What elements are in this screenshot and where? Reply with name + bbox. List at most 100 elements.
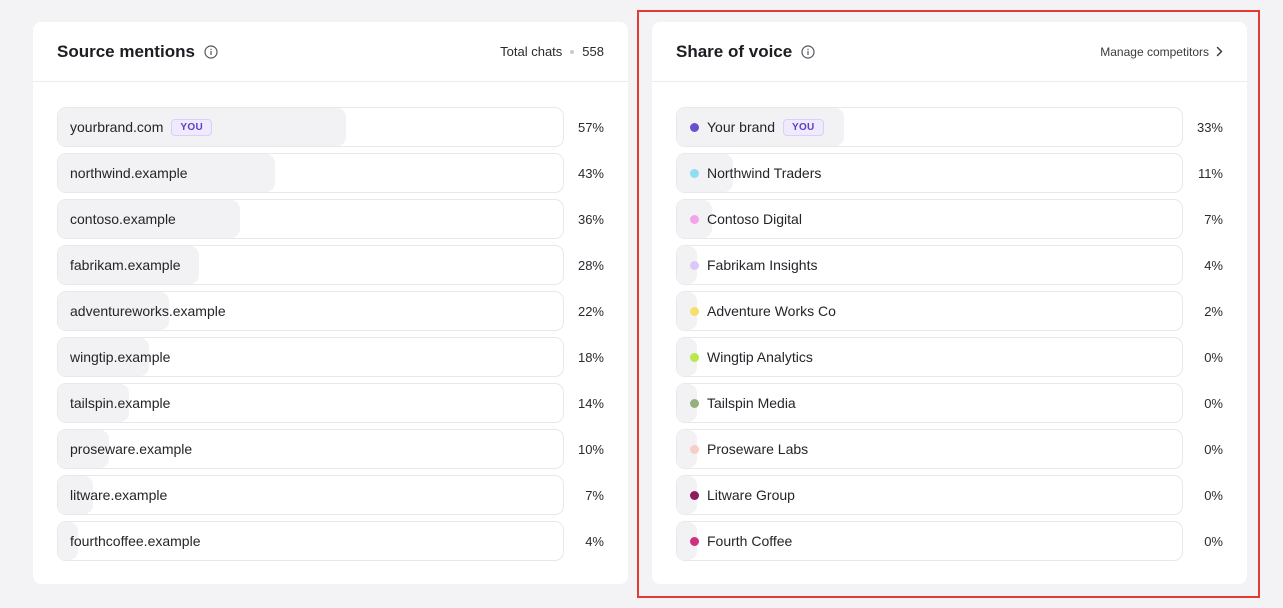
item-label: Fourth Coffee	[707, 533, 793, 549]
item-percentage: 7%	[1204, 211, 1223, 227]
total-chats-value: 558	[582, 44, 604, 59]
item-percentage: 11%	[1197, 165, 1223, 181]
list-item[interactable]: fourthcoffee.example 4%	[57, 521, 604, 561]
share-of-voice-title: Share of voice	[676, 41, 793, 61]
list-item[interactable]: contoso.example 36%	[57, 199, 604, 239]
bar-track: Northwind Traders	[676, 153, 1183, 193]
bar-track: Litware Group	[676, 475, 1183, 515]
bar-track: Proseware Labs	[676, 429, 1183, 469]
share-of-voice-panel: Share of voice Manage competitors Your b…	[652, 22, 1247, 584]
legend-dot-icon	[690, 122, 699, 132]
item-label: Adventure Works Co	[707, 303, 836, 319]
bar-track: tailspin.example	[57, 383, 564, 423]
bar-track: Wingtip Analytics	[676, 337, 1183, 377]
bar-track: wingtip.example	[57, 337, 564, 377]
manage-competitors-link[interactable]: Manage competitors	[1100, 45, 1223, 59]
list-item[interactable]: Fabrikam Insights 4%	[676, 245, 1223, 285]
bar-track: Contoso Digital	[676, 199, 1183, 239]
legend-dot-icon	[690, 260, 699, 270]
source-mentions-panel: Source mentions Total chats 558 yourbran…	[33, 22, 628, 584]
bar-track: Your brand YOU	[676, 107, 1183, 147]
item-percentage: 7%	[585, 487, 604, 503]
list-item[interactable]: Northwind Traders 11%	[676, 153, 1223, 193]
list-item[interactable]: Litware Group 0%	[676, 475, 1223, 515]
bar-track: northwind.example	[57, 153, 564, 193]
legend-dot-icon	[690, 352, 699, 362]
list-item[interactable]: Tailspin Media 0%	[676, 383, 1223, 423]
item-percentage: 22%	[577, 303, 604, 319]
item-percentage: 0%	[1204, 487, 1223, 503]
legend-dot-icon	[690, 398, 699, 408]
list-item[interactable]: Adventure Works Co 2%	[676, 291, 1223, 331]
item-label: fourthcoffee.example	[70, 533, 201, 549]
you-badge: YOU	[782, 118, 824, 136]
bar-track: adventureworks.example	[57, 291, 564, 331]
bar-track: fabrikam.example	[57, 245, 564, 285]
item-label: northwind.example	[70, 165, 188, 181]
list-item[interactable]: Your brand YOU 33%	[676, 107, 1223, 147]
list-item[interactable]: Wingtip Analytics 0%	[676, 337, 1223, 377]
item-label: yourbrand.com	[70, 119, 164, 135]
list-item[interactable]: fabrikam.example 28%	[57, 245, 604, 285]
item-percentage: 57%	[577, 119, 604, 135]
legend-dot-icon	[690, 214, 699, 224]
total-chats: Total chats 558	[500, 44, 604, 59]
legend-dot-icon	[690, 306, 699, 316]
bar-track: litware.example	[57, 475, 564, 515]
bar-track: Tailspin Media	[676, 383, 1183, 423]
item-percentage: 2%	[1204, 303, 1223, 319]
item-percentage: 14%	[577, 395, 604, 411]
legend-dot-icon	[690, 536, 699, 546]
list-item[interactable]: Fourth Coffee 0%	[676, 521, 1223, 561]
item-percentage: 36%	[577, 211, 604, 227]
list-item[interactable]: Contoso Digital 7%	[676, 199, 1223, 239]
item-label: wingtip.example	[70, 349, 171, 365]
info-icon[interactable]	[204, 44, 218, 59]
item-label: contoso.example	[70, 211, 176, 227]
manage-competitors-label: Manage competitors	[1100, 44, 1209, 59]
list-item[interactable]: Proseware Labs 0%	[676, 429, 1223, 469]
item-label: Northwind Traders	[707, 165, 822, 181]
list-item[interactable]: yourbrand.com YOU 57%	[57, 107, 604, 147]
bar-track: yourbrand.com YOU	[57, 107, 564, 147]
item-label: tailspin.example	[70, 395, 171, 411]
item-percentage: 4%	[1204, 257, 1223, 273]
item-percentage: 28%	[577, 257, 604, 273]
item-percentage: 10%	[577, 441, 604, 457]
source-mentions-list: yourbrand.com YOU 57% northwind.example 43% c…	[33, 82, 628, 561]
item-label: Tailspin Media	[707, 395, 796, 411]
you-badge: YOU	[171, 118, 212, 136]
source-mentions-title: Source mentions	[57, 41, 195, 61]
bar-track: proseware.example	[57, 429, 564, 469]
item-label: Proseware Labs	[707, 441, 809, 457]
list-item[interactable]: tailspin.example 14%	[57, 383, 604, 423]
list-item[interactable]: wingtip.example 18%	[57, 337, 604, 377]
bar-track: contoso.example	[57, 199, 564, 239]
share-of-voice-list: Your brand YOU 33% Northwind Traders 11% Cont…	[652, 82, 1247, 561]
item-label: adventureworks.example	[70, 303, 226, 319]
item-percentage: 43%	[577, 165, 604, 181]
item-percentage: 4%	[585, 533, 604, 549]
list-item[interactable]: adventureworks.example 22%	[57, 291, 604, 331]
item-label: Contoso Digital	[707, 211, 802, 227]
list-item[interactable]: proseware.example 10%	[57, 429, 604, 469]
chevron-right-icon	[1216, 46, 1223, 57]
info-icon[interactable]	[801, 44, 815, 59]
item-percentage: 33%	[1196, 119, 1223, 135]
bar-track: fourthcoffee.example	[57, 521, 564, 561]
source-mentions-header: Source mentions Total chats 558	[33, 22, 628, 82]
item-label: Your brand	[707, 119, 775, 135]
legend-dot-icon	[690, 444, 699, 454]
item-label: fabrikam.example	[70, 257, 181, 273]
item-percentage: 18%	[577, 349, 604, 365]
list-item[interactable]: litware.example 7%	[57, 475, 604, 515]
item-percentage: 0%	[1204, 533, 1223, 549]
item-label: litware.example	[70, 487, 168, 503]
item-label: Wingtip Analytics	[707, 349, 813, 365]
total-chats-label: Total chats	[500, 44, 563, 59]
list-item[interactable]: northwind.example 43%	[57, 153, 604, 193]
legend-dot-icon	[690, 490, 699, 500]
item-percentage: 0%	[1204, 395, 1223, 411]
share-of-voice-header: Share of voice Manage competitors	[652, 22, 1247, 82]
bar-track: Fabrikam Insights	[676, 245, 1183, 285]
